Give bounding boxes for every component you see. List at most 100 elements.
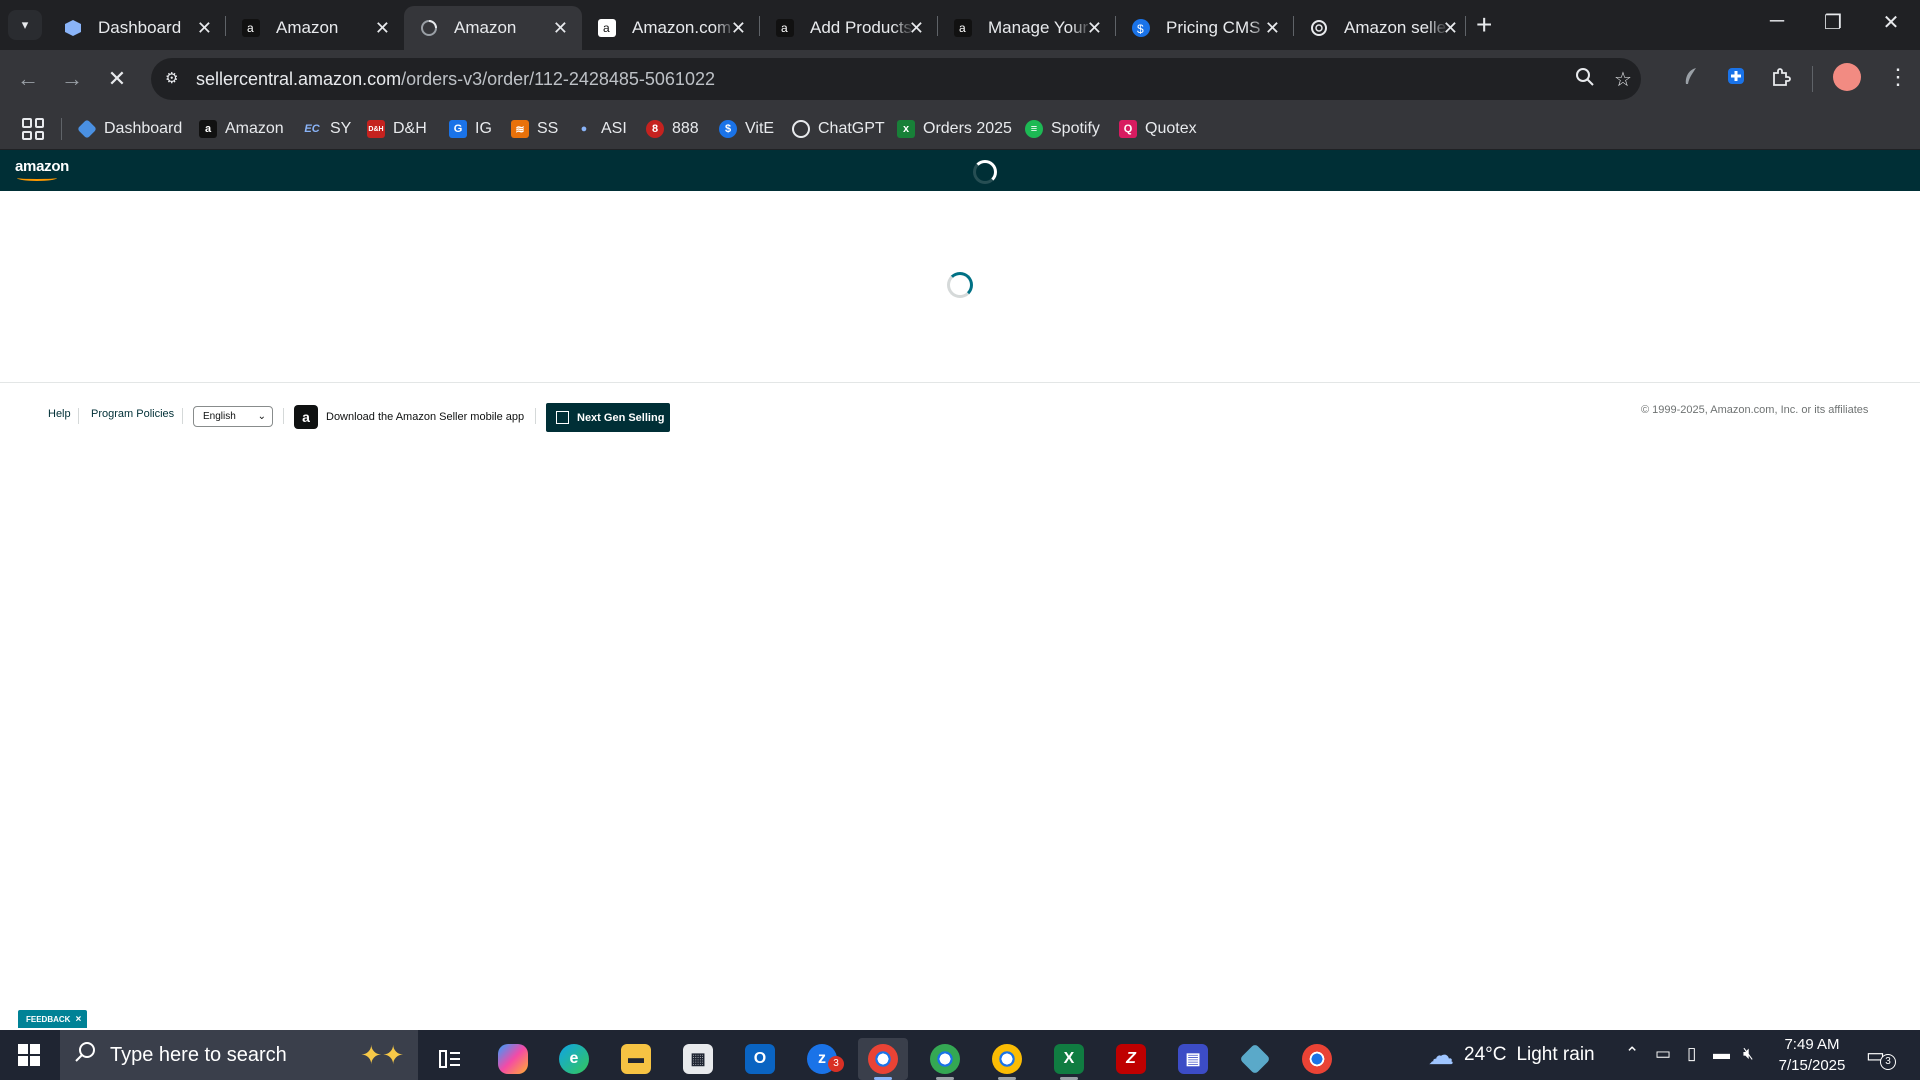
toolbar-divider <box>1812 66 1813 92</box>
tab-amazon-com[interactable]: a Amazon.com ✕ <box>582 6 760 50</box>
extension-cross-icon[interactable] <box>1726 66 1746 92</box>
filezilla-icon[interactable]: Z <box>1106 1038 1156 1080</box>
extensions-puzzle-icon[interactable] <box>1770 66 1792 94</box>
bookmark-888[interactable]: 8 888 <box>646 108 699 150</box>
bookmark-dashboard[interactable]: Dashboard <box>77 108 182 150</box>
quotex-bookmark-icon: Q <box>1119 120 1137 138</box>
tab-title: Manage Your <box>988 18 1089 37</box>
windows-start-icon[interactable] <box>18 1044 40 1066</box>
outlook-icon[interactable]: O <box>735 1038 785 1080</box>
copilot-app-icon[interactable] <box>488 1038 538 1080</box>
close-icon[interactable]: ✕ <box>553 18 568 38</box>
ec-bookmark-icon: EC <box>304 123 320 135</box>
close-icon[interactable]: ✕ <box>731 18 746 38</box>
bookmark-label: Amazon <box>225 120 284 137</box>
edge-browser-icon[interactable]: e <box>549 1038 599 1080</box>
amazon-logo[interactable]: amazon <box>15 158 70 181</box>
weather-widget[interactable]: ☁ 24°C Light rain <box>1428 1030 1595 1080</box>
close-icon[interactable]: ✕ <box>197 18 212 38</box>
tab-manage-your[interactable]: a Manage Your ✕ <box>938 6 1116 50</box>
battery-icon[interactable]: ▬ <box>1713 1044 1730 1064</box>
calculator-icon[interactable]: ▤ <box>1168 1038 1218 1080</box>
bookmarks-bar: Dashboard a Amazon EC SY D&H D&H G IG ≋ … <box>0 108 1920 150</box>
zoom-icon[interactable] <box>1575 67 1595 93</box>
restore-icon[interactable]: ❐ <box>1818 10 1848 35</box>
amazon-favicon-icon: a <box>774 17 796 39</box>
bookmark-ig[interactable]: G IG <box>449 108 492 150</box>
profile-avatar[interactable] <box>1833 63 1861 91</box>
weather-condition: Light rain <box>1516 1044 1595 1065</box>
close-icon[interactable]: ✕ <box>909 18 924 38</box>
apps-grid-icon[interactable] <box>22 118 44 140</box>
close-icon[interactable]: ✕ <box>1087 18 1102 38</box>
seller-central-page: amazon Help Program Policies English ⌄ a… <box>0 150 1920 1030</box>
pricing-favicon-icon: $ <box>1130 17 1152 39</box>
tab-title: Dashboard <box>98 18 182 37</box>
tab-amazon-seller[interactable]: Amazon seller ✕ <box>1294 6 1472 50</box>
logo-text: amazon <box>15 158 70 175</box>
feedback-tab[interactable]: FEEDBACK × <box>18 1010 88 1028</box>
bookmark-amazon[interactable]: a Amazon <box>199 108 284 150</box>
bookmark-spotify[interactable]: ≡ Spotify <box>1025 108 1100 150</box>
bookmark-ss[interactable]: ≋ SS <box>511 108 558 150</box>
help-link[interactable]: Help <box>48 408 71 420</box>
clock-date: 7/15/2025 <box>1778 1057 1846 1074</box>
bookmark-vite[interactable]: $ VitE <box>719 108 774 150</box>
close-icon[interactable]: ✕ <box>375 18 390 38</box>
chevron-up-icon[interactable]: ⌃ <box>1625 1044 1639 1064</box>
speaker-muted-icon[interactable]: 🔇︎ <box>1743 1044 1754 1064</box>
sheets-bookmark-icon: x <box>897 120 915 138</box>
bookmark-asi[interactable]: ● ASI <box>575 108 627 150</box>
new-tab-plus-icon[interactable]: + <box>1476 11 1492 39</box>
zoho-mail-icon[interactable]: z 3 <box>797 1038 847 1080</box>
system-clock[interactable]: 7:49 AM 7/15/2025 <box>1770 1034 1854 1076</box>
bookmark-dh[interactable]: D&H D&H <box>367 108 427 150</box>
address-bar[interactable]: ⚙ sellercentral.amazon.com/orders-v3/ord… <box>151 58 1641 100</box>
copilot-sparkle-icon[interactable]: ✦✦ <box>360 1042 404 1068</box>
amazon-favicon-icon: a <box>240 17 262 39</box>
close-icon[interactable]: ✕ <box>1443 18 1458 38</box>
tab-pricing-cms[interactable]: $ Pricing CMS ✕ <box>1116 6 1294 50</box>
tab-amazon-active[interactable]: Amazon ✕ <box>404 6 582 50</box>
dashboard-app-icon[interactable] <box>1230 1038 1280 1080</box>
tab-add-products[interactable]: a Add Products ✕ <box>760 6 938 50</box>
tab-search-button[interactable]: ▾ <box>8 10 42 40</box>
chrome-profile-1-icon[interactable] <box>858 1038 908 1080</box>
next-gen-selling-button[interactable]: Next Gen Selling <box>546 403 670 432</box>
network-icon[interactable]: ▭ <box>1655 1044 1671 1064</box>
close-icon[interactable]: ✕ <box>1265 18 1280 38</box>
bookmark-chatgpt[interactable]: ChatGPT <box>792 108 885 150</box>
taskbar-search-box[interactable]: Type here to search ✦✦ <box>60 1030 418 1080</box>
chrome-icon[interactable] <box>1292 1038 1342 1080</box>
chrome-profile-3-icon[interactable] <box>982 1038 1032 1080</box>
stop-loading-icon[interactable]: ✕ <box>103 65 131 93</box>
device-icon[interactable]: ▯ <box>1687 1044 1696 1064</box>
url-text[interactable]: sellercentral.amazon.com/orders-v3/order… <box>196 69 715 90</box>
excel-icon[interactable]: X <box>1044 1038 1094 1080</box>
seller-app-download-link[interactable]: a Download the Amazon Seller mobile app <box>294 405 524 429</box>
task-view-icon[interactable] <box>425 1038 475 1080</box>
notification-center-icon[interactable]: ▭ 3 <box>1866 1043 1896 1070</box>
extension-feather-icon[interactable] <box>1682 66 1700 92</box>
minimize-icon[interactable]: ─ <box>1762 10 1792 33</box>
bookmark-sy[interactable]: EC SY <box>302 108 351 150</box>
bookmark-orders-2025[interactable]: x Orders 2025 <box>897 108 1012 150</box>
site-info-icon[interactable]: ⚙ <box>165 69 187 89</box>
back-arrow-icon[interactable]: ← <box>14 65 42 93</box>
window-close-icon[interactable]: ✕ <box>1876 10 1906 35</box>
bookmark-label: SS <box>537 120 559 137</box>
bookmark-quotex[interactable]: Q Quotex <box>1119 108 1197 150</box>
language-select[interactable]: English ⌄ <box>193 406 273 427</box>
file-explorer-icon[interactable]: ▬ <box>611 1038 661 1080</box>
bookmark-star-icon[interactable]: ☆ <box>1614 67 1632 92</box>
kebab-menu-icon[interactable]: ⋮ <box>1887 64 1909 90</box>
tab-amazon[interactable]: a Amazon ✕ <box>226 6 404 50</box>
tab-dashboard[interactable]: Dashboard ✕ <box>48 6 226 50</box>
forward-arrow-icon[interactable]: → <box>58 65 86 93</box>
bookmark-label: Spotify <box>1051 120 1100 137</box>
program-policies-link[interactable]: Program Policies <box>91 408 174 420</box>
microsoft-store-icon[interactable]: ▦ <box>673 1038 723 1080</box>
feedback-close-icon[interactable]: × <box>75 1014 81 1025</box>
tab-title: Amazon <box>276 18 339 37</box>
chrome-profile-2-icon[interactable] <box>920 1038 970 1080</box>
